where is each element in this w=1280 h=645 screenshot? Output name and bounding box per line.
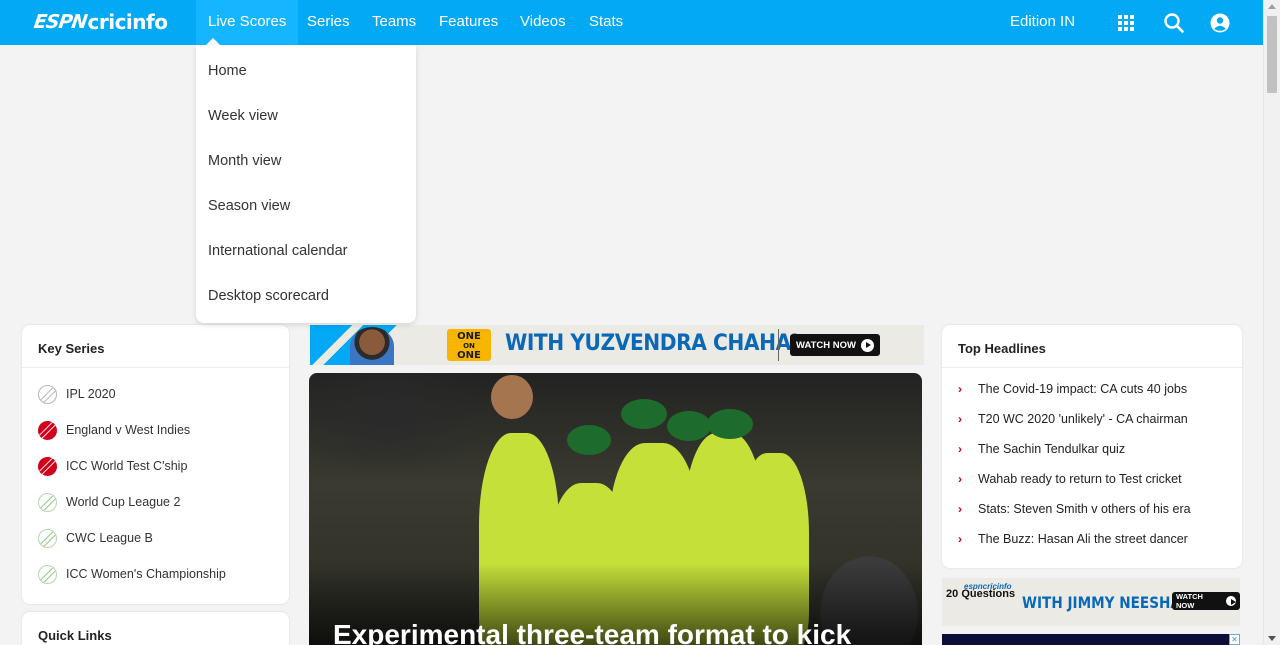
cricket-ball-icon bbox=[38, 528, 57, 548]
live-scores-dropdown-menu: Home Week view Month view Season view In… bbox=[196, 45, 416, 323]
series-label: ICC Women's Championship bbox=[66, 567, 226, 581]
scroll-up-arrow-icon[interactable] bbox=[1268, 4, 1276, 9]
page-scrollbar[interactable] bbox=[1263, 0, 1280, 645]
nav-stats[interactable]: Stats bbox=[577, 0, 635, 45]
headline-item[interactable]: › T20 WC 2020 'unlikely' - CA chairman bbox=[958, 410, 1188, 428]
banner-watch-now-button[interactable]: WATCH NOW bbox=[790, 334, 880, 356]
dropdown-item-month-view[interactable]: Month view bbox=[208, 153, 281, 169]
headline-item[interactable]: › The Covid-19 impact: CA cuts 40 jobs bbox=[958, 380, 1187, 398]
nav-teams[interactable]: Teams bbox=[360, 0, 428, 45]
player-cap bbox=[567, 425, 611, 455]
cricket-ball-icon bbox=[38, 492, 57, 512]
nav-series[interactable]: Series bbox=[295, 0, 362, 45]
series-item-ipl-2020[interactable]: IPL 2020 bbox=[38, 384, 116, 404]
series-label: England v West Indies bbox=[66, 423, 191, 437]
divider bbox=[22, 367, 289, 368]
series-label: IPL 2020 bbox=[66, 387, 116, 401]
top-headlines-title: Top Headlines bbox=[958, 341, 1046, 356]
cricket-ball-icon bbox=[38, 456, 57, 476]
cricket-ball-icon bbox=[38, 420, 57, 440]
dropdown-item-home[interactable]: Home bbox=[208, 63, 247, 79]
player-cap bbox=[667, 411, 711, 441]
close-icon[interactable]: ✕ bbox=[1229, 634, 1240, 645]
series-item-world-cup-league-2[interactable]: World Cup League 2 bbox=[38, 492, 180, 512]
nav-videos[interactable]: Videos bbox=[508, 0, 578, 45]
chevron-right-icon: › bbox=[958, 442, 962, 456]
scroll-thumb[interactable] bbox=[1267, 16, 1277, 93]
quick-links-title: Quick Links bbox=[38, 628, 112, 643]
cricket-ball-icon bbox=[38, 384, 57, 404]
chevron-right-icon: › bbox=[958, 382, 962, 396]
series-item-icc-womens-championship[interactable]: ICC Women's Championship bbox=[38, 564, 226, 584]
scroll-down-arrow-icon[interactable] bbox=[1268, 636, 1276, 641]
chevron-right-icon: › bbox=[958, 412, 962, 426]
play-icon bbox=[860, 338, 874, 352]
search-icon[interactable] bbox=[1163, 12, 1185, 34]
twenty-questions-banner-ad[interactable]: espncricinfo 20 Questions WITH JIMMY NEE… bbox=[942, 578, 1240, 626]
ad-headline: WITH JIMMY NEESHAM bbox=[1022, 593, 1195, 612]
dropdown-item-season-view[interactable]: Season view bbox=[208, 198, 290, 214]
one-on-one-banner-ad[interactable]: ONE ON ONE WITH YUZVENDRA CHAHAL WATCH N… bbox=[310, 325, 924, 365]
chevron-right-icon: › bbox=[958, 532, 962, 546]
headline-item[interactable]: › Stats: Steven Smith v others of his er… bbox=[958, 500, 1191, 518]
key-series-card: Key Series IPL 2020 England v West Indie… bbox=[22, 325, 289, 604]
dropdown-caret bbox=[206, 38, 220, 45]
banner-separator bbox=[778, 329, 779, 361]
series-item-cwc-league-b[interactable]: CWC League B bbox=[38, 528, 153, 548]
cricinfo-wordmark: cricinfo bbox=[87, 10, 168, 34]
one-on-one-badge: ONE ON ONE bbox=[447, 329, 491, 361]
espncricinfo-logo[interactable]: ESPN cricinfo bbox=[32, 9, 168, 35]
ad-watch-now-button[interactable]: WATCH NOW bbox=[1172, 592, 1240, 610]
edition-selector[interactable]: Edition IN bbox=[1010, 0, 1075, 44]
series-item-england-v-west-indies[interactable]: England v West Indies bbox=[38, 420, 190, 440]
apps-grid-icon[interactable] bbox=[1115, 12, 1137, 34]
series-label: ICC World Test C'ship bbox=[66, 459, 188, 473]
series-label: CWC League B bbox=[66, 531, 153, 545]
player-portrait bbox=[350, 327, 394, 365]
headline-item[interactable]: › The Sachin Tendulkar quiz bbox=[958, 440, 1125, 458]
key-series-title: Key Series bbox=[38, 341, 105, 356]
player-head bbox=[491, 375, 533, 419]
headline-item[interactable]: › The Buzz: Hasan Ali the street dancer bbox=[958, 530, 1188, 548]
nav-features[interactable]: Features bbox=[427, 0, 510, 45]
chevron-right-icon: › bbox=[958, 472, 962, 486]
ad-prefix: 20 Questions bbox=[946, 588, 1016, 600]
player-cap bbox=[621, 399, 667, 429]
dropdown-item-week-view[interactable]: Week view bbox=[208, 108, 278, 124]
top-navigation-bar: ESPN cricinfo Live Scores Series Teams F… bbox=[0, 0, 1263, 45]
espn-wordmark: ESPN bbox=[32, 11, 89, 33]
series-item-icc-world-test-championship[interactable]: ICC World Test C'ship bbox=[38, 456, 187, 476]
headline-item[interactable]: › Wahab ready to return to Test cricket bbox=[958, 470, 1182, 488]
hero-story-image[interactable]: Experimental three-team format to kick bbox=[309, 373, 922, 645]
banner-headline: WITH YUZVENDRA CHAHAL bbox=[505, 331, 804, 356]
user-icon[interactable] bbox=[1209, 12, 1231, 34]
player-cap bbox=[707, 409, 753, 439]
top-headlines-card: Top Headlines › The Covid-19 impact: CA … bbox=[942, 325, 1242, 568]
dropdown-item-desktop-scorecard[interactable]: Desktop scorecard bbox=[208, 288, 329, 304]
chevron-right-icon: › bbox=[958, 502, 962, 516]
divider bbox=[942, 367, 1242, 368]
dropdown-item-international-calendar[interactable]: International calendar bbox=[208, 243, 347, 259]
play-icon bbox=[1226, 596, 1236, 606]
ad-placeholder bbox=[942, 634, 1240, 645]
quick-links-card: Quick Links bbox=[22, 612, 289, 645]
series-label: World Cup League 2 bbox=[66, 495, 181, 509]
cricket-ball-icon bbox=[38, 564, 57, 584]
hero-headline[interactable]: Experimental three-team format to kick bbox=[333, 619, 851, 645]
